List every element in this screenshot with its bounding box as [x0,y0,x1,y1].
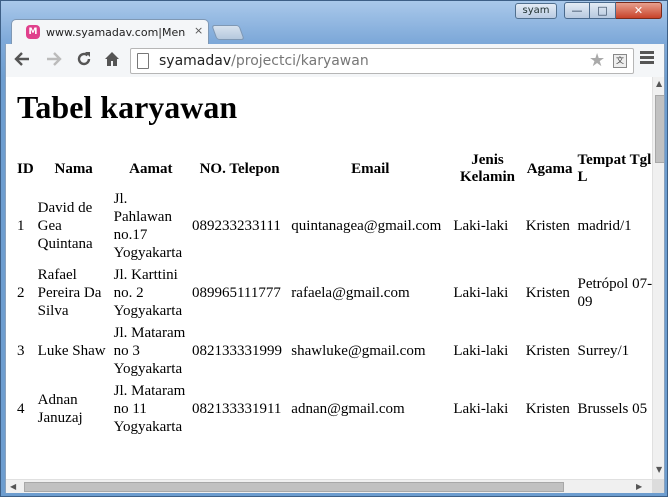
scrollbar-corner [652,479,664,493]
cell-alamat: Jl. Mataram no 3 Yogyakarta [113,325,186,377]
forward-button[interactable] [44,50,64,70]
cell-ttl: Surrey/1 [577,343,630,359]
reload-icon [77,52,91,66]
cell-email: shawluke@gmail.com [291,343,426,359]
horizontal-scrollbar[interactable]: ◀ ▶ [6,479,652,493]
cell-id: 4 [17,401,25,417]
cell-nama: Rafael Pereira Da Silva [37,267,102,319]
column-header: ID [17,160,34,177]
scroll-right-icon[interactable]: ▶ [636,482,642,491]
table-header-row: ID Nama Aamat NO. Telepon Email Jenis Ke… [16,151,654,187]
column-header: Aamat [129,160,173,177]
url-text: syamadav/projectci/karyawan [159,53,369,69]
table-row: 4 Adnan Januzaj Jl. Mataram no 11 Yogyak… [16,381,654,437]
scroll-left-icon[interactable]: ◀ [10,482,16,491]
scroll-down-icon[interactable]: ▼ [656,465,662,474]
translate-icon[interactable]: 文 [613,54,627,68]
star-icon[interactable]: ★ [589,50,605,71]
address-bar[interactable]: syamadav/projectci/karyawan ★ 文 [130,48,634,74]
column-header: NO. Telepon [199,160,280,177]
home-button[interactable] [102,50,122,70]
column-header: Email [351,160,390,177]
table-row: 2 Rafael Pereira Da Silva Jl. Karttini n… [16,265,654,321]
cell-telepon: 089233233111 [191,218,281,234]
cell-alamat: Jl. Karttini no. 2 Yogyakarta [113,267,183,319]
cell-ttl: madrid/1 [577,218,632,234]
cell-id: 2 [17,285,25,301]
cell-email: adnan@gmail.com [291,401,405,417]
table-row: 3 Luke Shaw Jl. Mataram no 3 Yogyakarta … [16,323,654,379]
url-path: /projectci/karyawan [231,53,369,69]
column-header: Jenis Kelamin [460,152,516,185]
page-viewport: Tabel karyawan ID Nama Aamat NO. Telepon… [5,77,665,493]
cell-id: 3 [17,343,25,359]
back-button[interactable] [12,50,32,70]
cell-nama: Luke Shaw [37,343,106,359]
cell-agama: Kristen [525,343,570,359]
scroll-up-icon[interactable]: ▲ [656,79,662,88]
cell-agama: Kristen [525,401,570,417]
cell-ttl: Petrópol 07-09 [577,276,653,310]
cell-email: rafaela@gmail.com [291,285,410,301]
table-row: 1 David de Gea Quintana Jl. Pahlawan no.… [16,189,654,263]
browser-tab[interactable]: M www.syamadav.com|Mena × [11,19,209,44]
employee-table: ID Nama Aamat NO. Telepon Email Jenis Ke… [14,149,656,439]
reload-button[interactable] [74,50,94,70]
cell-jenis-kelamin: Laki-laki [453,401,509,417]
cell-agama: Kristen [525,285,570,301]
column-header: Tempat Tgl L [577,152,652,185]
cell-jenis-kelamin: Laki-laki [453,343,509,359]
horizontal-scroll-thumb[interactable] [24,482,564,492]
column-header: Nama [54,160,93,177]
page-content: Tabel karyawan ID Nama Aamat NO. Telepon… [16,77,656,439]
close-window-button[interactable]: ✕ [616,2,662,19]
minimize-button[interactable]: — [564,2,590,19]
hamburger-menu-icon[interactable] [640,51,654,66]
vertical-scroll-thumb[interactable] [655,95,664,163]
cell-nama: Adnan Januzaj [37,392,83,426]
cell-telepon: 089965111777 [191,285,281,301]
title-bar: syam — □ ✕ [1,1,668,21]
page-icon [137,53,149,69]
browser-toolbar: syamadav/projectci/karyawan ★ 文 [5,44,665,77]
cell-jenis-kelamin: Laki-laki [453,218,509,234]
cell-email: quintanagea@gmail.com [291,218,442,234]
arrow-right-icon [47,52,62,66]
tab-title: www.syamadav.com|Mena [46,26,186,39]
arrow-left-icon [14,52,29,66]
cell-jenis-kelamin: Laki-laki [453,285,509,301]
home-icon [105,52,119,66]
new-tab-button[interactable] [211,25,245,40]
cell-ttl: Brussels 05 [577,401,648,417]
tab-close-icon[interactable]: × [194,24,203,37]
browser-window: syam — □ ✕ M www.syamadav.com|Mena × sya… [0,0,668,497]
site-favicon-icon: M [26,25,40,39]
cell-telepon: 082133331999 [191,343,282,359]
maximize-button[interactable]: □ [590,2,616,19]
vertical-scrollbar[interactable]: ▲ ▼ [652,77,664,479]
column-header: Agama [526,160,573,177]
cell-nama: David de Gea Quintana [37,200,93,252]
cell-alamat: Jl. Mataram no 11 Yogyakarta [113,383,186,435]
page-title: Tabel karyawan [17,89,238,125]
profile-badge[interactable]: syam [515,3,557,19]
cell-agama: Kristen [525,218,570,234]
url-host: syamadav [159,53,232,69]
cell-telepon: 082133331911 [191,401,282,417]
cell-id: 1 [17,218,25,234]
cell-alamat: Jl. Pahlawan no.17 Yogyakarta [113,191,183,261]
